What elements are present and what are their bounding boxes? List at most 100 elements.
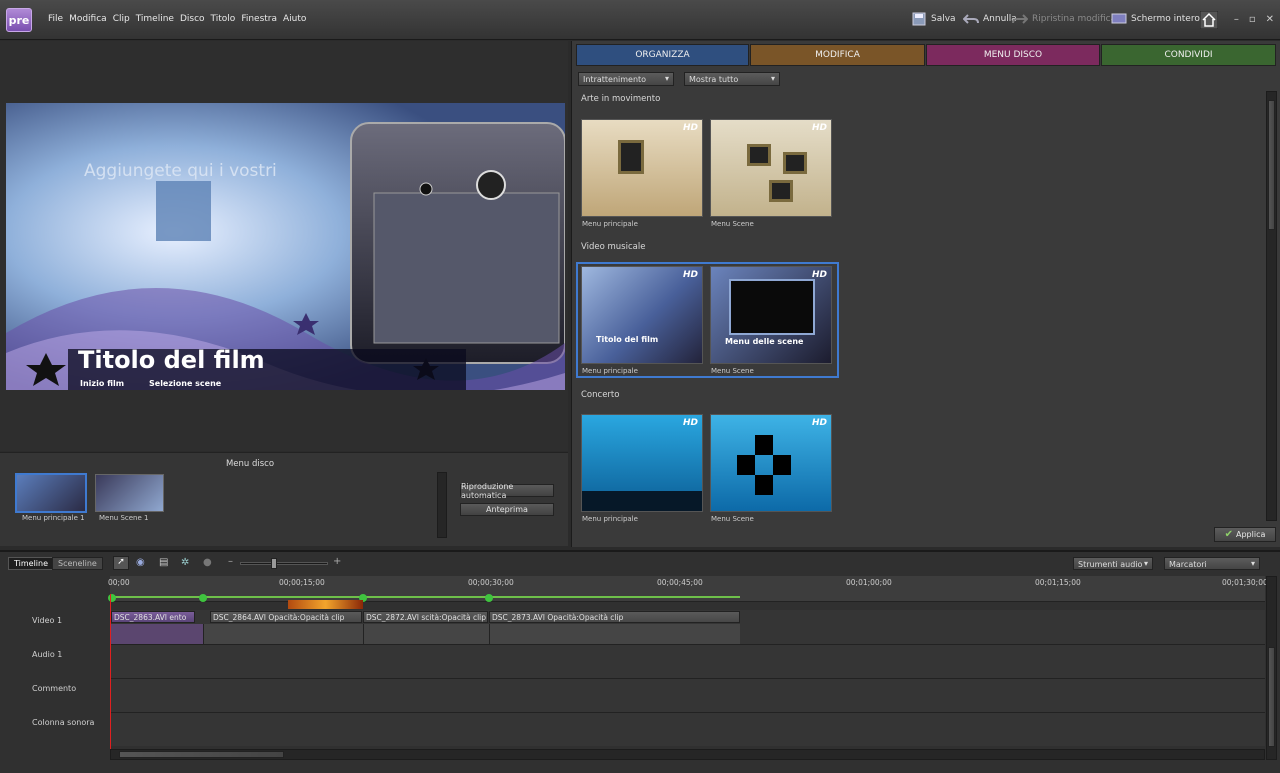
work-area-thumbnails — [288, 600, 363, 609]
templates-scrollbar[interactable] — [1266, 91, 1277, 521]
disc-marker-icon[interactable]: ◉ — [136, 557, 145, 568]
ruler-label-0: 00;00 — [108, 578, 130, 587]
tab-organizza[interactable]: ORGANIZZA — [576, 44, 749, 66]
templates-scrollbar-thumb[interactable] — [1268, 100, 1275, 230]
top-toolbar: pre File Modifica Clip Timeline Disco Ti… — [0, 0, 1280, 40]
timeline-v-scrollbar-thumb[interactable] — [1268, 647, 1275, 747]
monitor-panel: Aggiungete qui i vostri Titolo del film … — [0, 41, 568, 451]
audio-tools-dropdown[interactable]: Strumenti audio — [1073, 557, 1153, 570]
menu-file[interactable]: File — [48, 14, 63, 24]
track-video-1[interactable]: Video 1 — [32, 616, 62, 625]
video-scene-menu-thumb[interactable]: Menu delle scene HD — [710, 266, 832, 364]
clip-dsc2863-body[interactable] — [111, 624, 203, 644]
concerto-main-menu-thumb[interactable]: HD — [581, 414, 703, 512]
ruler-label-45s: 00;00;45;00 — [657, 578, 703, 587]
audio-mixer-icon[interactable]: ● — [203, 557, 212, 568]
track-colonna-sonora[interactable]: Colonna sonora — [32, 718, 94, 727]
home-button[interactable] — [1200, 11, 1218, 29]
hd-badge: HD — [682, 418, 698, 428]
save-button[interactable]: Salva — [911, 12, 956, 26]
apply-button[interactable]: ✔ Applica — [1214, 527, 1276, 542]
start-film-link[interactable]: Inizio film — [80, 379, 124, 388]
home-icon — [1200, 11, 1218, 29]
markers-dropdown[interactable]: Marcatori — [1164, 557, 1260, 570]
menu-timeline[interactable]: Timeline — [136, 14, 174, 24]
tab-menu-disco[interactable]: MENU DISCO — [926, 44, 1100, 66]
timeline-h-scrollbar[interactable] — [110, 749, 1265, 760]
ruler-label-75s: 00;01;15;00 — [1035, 578, 1081, 587]
fullscreen-button[interactable]: Schermo intero — [1111, 12, 1200, 26]
section-arte-in-movimento: Arte in movimento — [581, 94, 661, 104]
timeline-v-scrollbar[interactable] — [1266, 576, 1277, 760]
arte-scene-menu-label: Menu Scene — [711, 220, 754, 228]
selection-tool-icon[interactable]: ➚ — [113, 556, 129, 570]
redo-button[interactable]: Ripristina modifica — [1012, 12, 1116, 26]
tab-sceneline[interactable]: Sceneline — [52, 557, 103, 570]
main-menu-thumb-label: Menu principale 1 — [22, 514, 85, 522]
menu-finestra[interactable]: Finestra — [241, 14, 277, 24]
zoom-slider-handle[interactable] — [271, 558, 277, 569]
undo-button[interactable]: Annulla — [963, 12, 1017, 26]
ruler-label-90s: 00;01;30;00 — [1222, 578, 1268, 587]
menu-aiuto[interactable]: Aiuto — [283, 14, 306, 24]
hd-badge: HD — [682, 123, 698, 133]
monitor-icon — [1111, 13, 1127, 24]
scene-selection-link[interactable]: Selezione scene — [149, 379, 221, 388]
check-icon: ✔ — [1224, 529, 1233, 540]
disc-menus-panel: Menu disco Menu principale 1 Menu Scene … — [0, 452, 568, 546]
zoom-slider[interactable] — [240, 562, 328, 565]
disc-menus-scrollbar[interactable] — [437, 472, 447, 538]
main-menu-thumb[interactable] — [15, 473, 87, 513]
hd-badge: HD — [811, 123, 827, 133]
category-dropdown[interactable]: Intrattenimento — [578, 72, 674, 86]
auto-play-button[interactable]: Riproduzione automatica — [460, 482, 554, 500]
redo-icon — [1012, 14, 1028, 24]
video-main-menu-label: Menu principale — [582, 367, 638, 375]
concerto-scene-menu-thumb[interactable]: HD — [710, 414, 832, 512]
disc-menu-preview[interactable]: Aggiungete qui i vostri Titolo del film … — [6, 103, 565, 390]
ruler-label-60s: 00;01;00;00 — [846, 578, 892, 587]
marker-icon[interactable] — [199, 594, 207, 602]
close-icon[interactable]: ✕ — [1266, 14, 1274, 25]
section-video-musicale: Video musicale — [581, 242, 646, 252]
concerto-scene-menu-label: Menu Scene — [711, 515, 754, 523]
ruler-label-15s: 00;00;15;00 — [279, 578, 325, 587]
smartfix-icon[interactable]: ✲ — [181, 557, 189, 568]
scene-menu-thumb[interactable] — [95, 474, 164, 512]
app-logo: pre — [6, 8, 32, 32]
track-commento[interactable]: Commento — [32, 684, 76, 693]
track-audio-1[interactable]: Audio 1 — [32, 650, 62, 659]
menu-clip[interactable]: Clip — [113, 14, 130, 24]
menu-disco[interactable]: Disco — [180, 14, 205, 24]
menu-titolo[interactable]: Titolo — [211, 14, 236, 24]
preview-button[interactable]: Anteprima — [460, 503, 554, 516]
tab-condividi[interactable]: CONDIVIDI — [1101, 44, 1276, 66]
properties-icon[interactable]: ▤ — [159, 557, 168, 568]
scene-menu-thumb-label: Menu Scene 1 — [99, 514, 149, 522]
video-main-menu-thumb[interactable]: Titolo del film HD — [581, 266, 703, 364]
apply-label: Applica — [1236, 530, 1266, 539]
tab-timeline[interactable]: Timeline — [8, 557, 55, 570]
arte-main-menu-thumb[interactable]: HD — [581, 119, 703, 217]
section-concerto: Concerto — [581, 390, 620, 400]
video-main-thumb-title: Titolo del film — [596, 335, 659, 344]
zoom-out-icon[interactable]: – — [228, 556, 233, 567]
arte-scene-menu-thumb[interactable]: HD — [710, 119, 832, 217]
zoom-in-icon[interactable]: + — [333, 556, 341, 567]
minimize-icon[interactable]: – — [1234, 14, 1239, 25]
clip-dsc2873[interactable]: DSC_2873.AVI Opacità:Opacità clip — [489, 611, 740, 623]
clip-dsc2864[interactable]: DSC_2864.AVI Opacità:Opacità clip — [210, 611, 362, 623]
clip-dsc2872[interactable]: DSC_2872.AVI scità:Opacità clip — [363, 611, 488, 623]
save-label: Salva — [931, 14, 956, 24]
timeline-h-scrollbar-thumb[interactable] — [119, 751, 284, 758]
disc-menus-heading: Menu disco — [225, 459, 275, 469]
clip-dsc2863[interactable]: DSC_2863.AVI ento — [111, 611, 195, 623]
marker-icon[interactable] — [485, 594, 493, 602]
restore-icon[interactable]: ▫ — [1249, 14, 1256, 25]
menu-modifica[interactable]: Modifica — [69, 14, 107, 24]
show-dropdown[interactable]: Mostra tutto — [684, 72, 780, 86]
tab-modifica[interactable]: MODIFICA — [750, 44, 925, 66]
frame-icon — [618, 140, 644, 174]
window-controls: – ▫ ✕ — [1234, 14, 1274, 25]
hd-badge: HD — [682, 270, 698, 280]
